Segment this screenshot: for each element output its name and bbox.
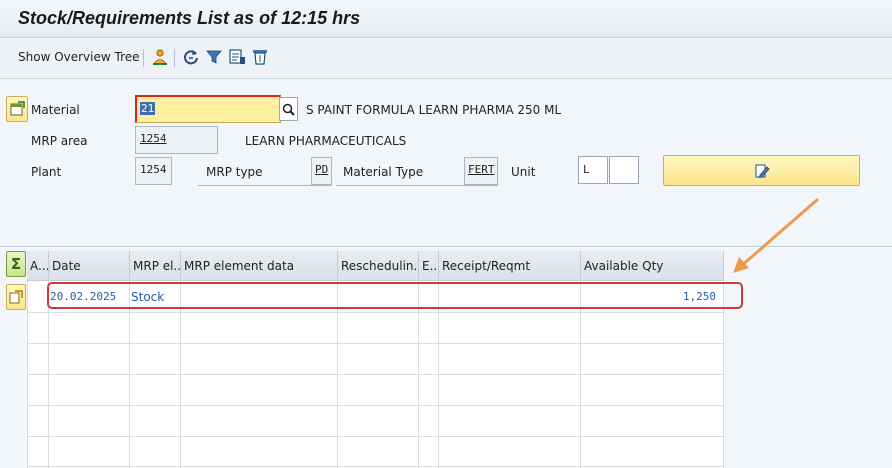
- plant-label: Plant: [31, 165, 62, 179]
- title-bar: Stock/Requirements List as of 12:15 hrs: [0, 0, 892, 38]
- column-header-exception[interactable]: E..: [419, 251, 439, 281]
- details-button[interactable]: [6, 284, 26, 310]
- toolbar-separator: [174, 49, 175, 67]
- column-header-mrp-element[interactable]: MRP el...: [130, 251, 181, 281]
- document-export-icon: [9, 290, 23, 304]
- mrp-type-underline: [198, 185, 332, 186]
- material-type-field[interactable]: FERT: [464, 157, 498, 185]
- unit-field[interactable]: L: [578, 156, 608, 184]
- sigma-icon: Σ: [10, 255, 22, 273]
- refresh-icon[interactable]: [182, 48, 200, 66]
- grid-line: [27, 436, 724, 437]
- material-label: Material: [31, 103, 80, 117]
- row-highlight-annotation: [47, 282, 743, 309]
- show-overview-tree-button[interactable]: Show Overview Tree: [18, 50, 140, 64]
- edit-button[interactable]: [663, 155, 860, 186]
- column-header-receipt-reqmt[interactable]: Receipt/Reqmt: [439, 251, 581, 281]
- column-header-available-qty[interactable]: Available Qty: [581, 251, 724, 281]
- material-search-help[interactable]: [279, 97, 298, 121]
- mrp-area-field[interactable]: 1254: [135, 126, 218, 154]
- toggle-header-button[interactable]: [6, 96, 28, 122]
- grid-line: [27, 312, 724, 313]
- annotation-arrow-icon: [733, 198, 819, 273]
- mrp-area-label: MRP area: [31, 134, 88, 148]
- mrp-type-field[interactable]: PD: [311, 157, 332, 185]
- header-toggle-icon: [10, 101, 25, 116]
- column-header-rescheduling[interactable]: Reschedulin...: [338, 251, 419, 281]
- column-header-date[interactable]: Date: [49, 251, 130, 281]
- totals-button[interactable]: Σ: [6, 251, 26, 277]
- column-header-a[interactable]: A...: [27, 251, 49, 281]
- pencil-edit-icon: [755, 164, 770, 178]
- unit-label: Unit: [511, 165, 536, 179]
- column-header-mrp-element-data[interactable]: MRP element data: [181, 251, 338, 281]
- toolbar-separator: [143, 49, 144, 67]
- material-input-value: 21: [140, 102, 156, 115]
- search-icon: [282, 103, 295, 116]
- grid-line: [27, 374, 724, 375]
- window-title: Stock/Requirements List as of 12:15 hrs: [18, 8, 361, 28]
- unit-extra-field[interactable]: [609, 156, 639, 184]
- grid-line: [27, 343, 724, 344]
- grid-line: [27, 405, 724, 406]
- material-type-underline: [336, 185, 498, 186]
- grid-line: [27, 466, 724, 467]
- material-type-label: Material Type: [343, 165, 424, 179]
- filter-icon[interactable]: [205, 48, 223, 66]
- plant-field[interactable]: 1254: [135, 157, 172, 185]
- layout-icon[interactable]: [228, 48, 246, 66]
- material-description: S PAINT FORMULA LEARN PHARMA 250 ML: [306, 103, 562, 117]
- person-orange-icon[interactable]: [151, 48, 169, 66]
- mrp-area-description: LEARN PHARMACEUTICALS: [245, 134, 407, 148]
- mrp-type-label: MRP type: [206, 165, 263, 179]
- trash-filter-icon[interactable]: [251, 48, 269, 66]
- material-input[interactable]: 21: [135, 95, 281, 123]
- application-toolbar: Show Overview Tree: [0, 39, 892, 79]
